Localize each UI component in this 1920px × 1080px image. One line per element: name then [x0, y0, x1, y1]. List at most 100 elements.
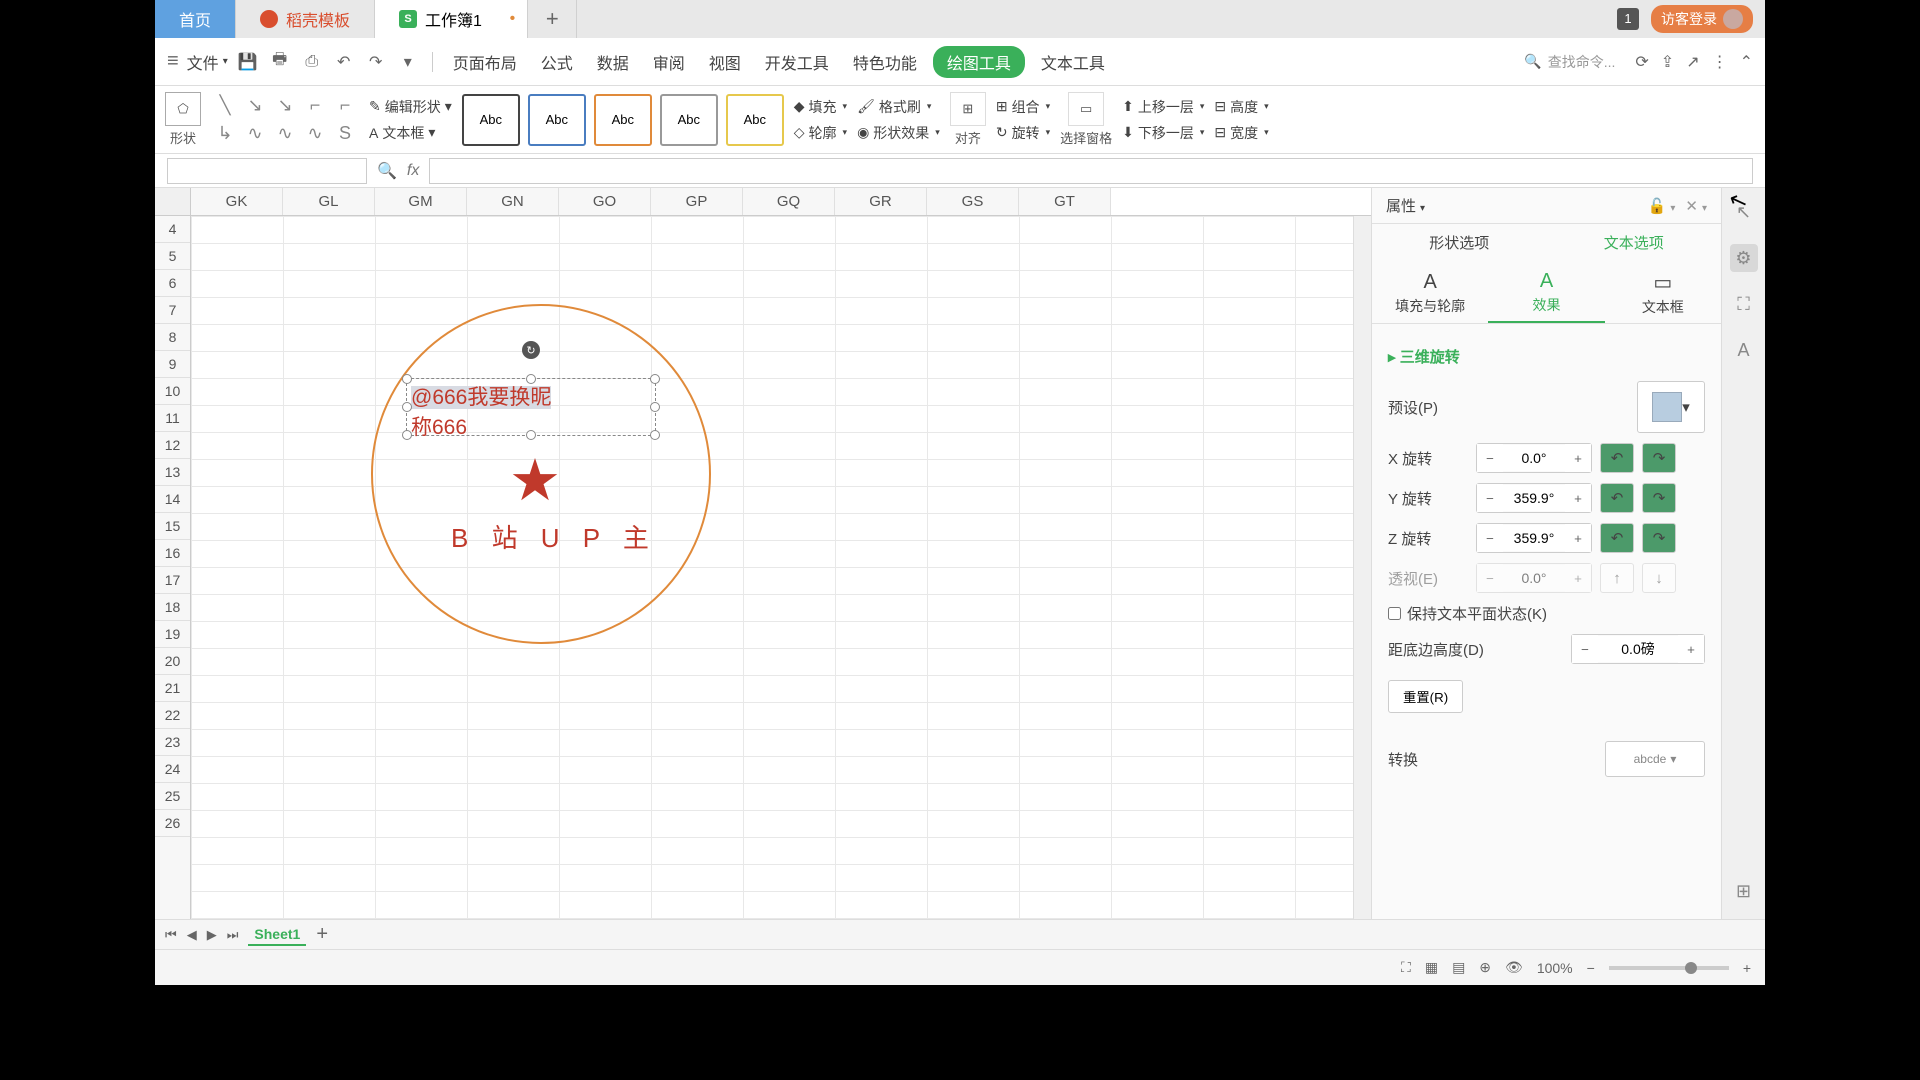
fx-label[interactable]: fx	[407, 162, 419, 180]
zoom-in-button[interactable]: +	[1743, 960, 1751, 976]
height-field[interactable]: ⊟ 高度	[1214, 97, 1268, 117]
row-header[interactable]: 26	[155, 810, 190, 837]
x-rotation-spinner[interactable]: −+	[1476, 443, 1592, 473]
subtab-textbox[interactable]: ▭文本框	[1605, 264, 1721, 323]
row-header[interactable]: 9	[155, 351, 190, 378]
chevron-down-icon[interactable]: ▾	[396, 50, 420, 74]
row-header[interactable]: 18	[155, 594, 190, 621]
y-rot-left-button[interactable]: ↶	[1600, 483, 1634, 513]
style-swatch[interactable]: Abc	[726, 94, 784, 146]
tab-home[interactable]: 首页	[155, 0, 236, 38]
outline-button[interactable]: ◇ 轮廓	[794, 123, 847, 143]
row-header[interactable]: 25	[155, 783, 190, 810]
command-search[interactable]: 🔍查找命令...	[1524, 52, 1615, 72]
guest-login-button[interactable]: 访客登录	[1651, 5, 1753, 33]
x-rot-right-button[interactable]: ↷	[1642, 443, 1676, 473]
hamburger-icon[interactable]: ≡	[167, 50, 179, 73]
formula-input[interactable]	[429, 158, 1753, 184]
menu-text-tools[interactable]: 文本工具	[1033, 46, 1113, 78]
width-field[interactable]: ⊟ 宽度	[1214, 123, 1268, 143]
menu-view[interactable]: 视图	[701, 46, 749, 78]
page-view-icon[interactable]: ▤	[1452, 959, 1465, 976]
style-swatch[interactable]: Abc	[594, 94, 652, 146]
zoom-icon[interactable]: 🔍	[377, 161, 397, 181]
shape-gallery[interactable]: ╲↘↘⌐⌐ ↳∿∿∿S	[211, 93, 359, 147]
star-shape[interactable]: ★	[509, 446, 561, 514]
row-header[interactable]: 15	[155, 513, 190, 540]
sheet-next-icon[interactable]: ▶	[207, 927, 217, 943]
menu-drawing-tools[interactable]: 绘图工具	[933, 46, 1025, 78]
print-icon[interactable]: 🖶	[268, 50, 292, 74]
grid-view-icon[interactable]: ▦	[1425, 959, 1438, 976]
shapes-group[interactable]: ⬠ 形状	[165, 92, 201, 147]
select-all-corner[interactable]	[155, 188, 191, 215]
keep-text-flat-checkbox[interactable]: 保持文本平面状态(K)	[1388, 603, 1705, 624]
row-header[interactable]: 11	[155, 405, 190, 432]
sheet-first-icon[interactable]: ⏮	[165, 927, 177, 943]
rotate-handle[interactable]: ↻	[522, 341, 540, 359]
eye-icon[interactable]: 👁	[1505, 959, 1523, 976]
row-header[interactable]: 20	[155, 648, 190, 675]
textbox-text[interactable]: 称666	[411, 416, 467, 439]
menu-formula[interactable]: 公式	[533, 46, 581, 78]
textbox-selected[interactable]: ↻ @666我要换昵称666	[406, 378, 656, 436]
name-box[interactable]	[167, 158, 367, 184]
apps-icon[interactable]: ⊞	[1730, 877, 1758, 905]
z-rot-left-button[interactable]: ↶	[1600, 523, 1634, 553]
row-header[interactable]: 12	[155, 432, 190, 459]
col-header[interactable]: GR	[835, 188, 927, 215]
save-icon[interactable]: 💾	[236, 50, 260, 74]
row-header[interactable]: 10	[155, 378, 190, 405]
lock-icon[interactable]: 🔓	[1648, 197, 1676, 215]
tab-new[interactable]: +	[528, 0, 577, 38]
tab-shape-options[interactable]: 形状选项	[1372, 224, 1547, 264]
row-header[interactable]: 4	[155, 216, 190, 243]
z-rot-right-button[interactable]: ↷	[1642, 523, 1676, 553]
style-gallery[interactable]: Abc Abc Abc Abc Abc	[462, 94, 784, 146]
menu-layout[interactable]: 页面布局	[445, 46, 525, 78]
edit-shape-button[interactable]: ✎ 编辑形状 ▾	[369, 97, 452, 117]
sheet-last-icon[interactable]: ⏭	[227, 927, 239, 943]
textbox-button[interactable]: A 文本框 ▾	[369, 123, 452, 143]
row-header[interactable]: 22	[155, 702, 190, 729]
zoom-out-button[interactable]: −	[1587, 960, 1595, 976]
col-header[interactable]: GK	[191, 188, 283, 215]
reset-button[interactable]: 重置(R)	[1388, 680, 1463, 713]
style-swatch[interactable]: Abc	[660, 94, 718, 146]
col-header[interactable]: GM	[375, 188, 467, 215]
menu-special[interactable]: 特色功能	[845, 46, 925, 78]
expand-icon[interactable]: ⛶	[1730, 290, 1758, 318]
collapse-ribbon-icon[interactable]: ⌃	[1740, 52, 1753, 72]
col-header[interactable]: GO	[559, 188, 651, 215]
distance-bottom-spinner[interactable]: −+	[1571, 634, 1705, 664]
align-group[interactable]: ⊞ 对齐	[950, 92, 986, 147]
close-icon[interactable]: ✕	[1685, 197, 1707, 215]
row-header[interactable]: 17	[155, 567, 190, 594]
undo-icon[interactable]: ↶	[332, 50, 356, 74]
row-header[interactable]: 8	[155, 324, 190, 351]
row-header[interactable]: 19	[155, 621, 190, 648]
x-rot-left-button[interactable]: ↶	[1600, 443, 1634, 473]
panel-title[interactable]: 属性	[1386, 195, 1425, 216]
row-header[interactable]: 13	[155, 459, 190, 486]
y-rotation-spinner[interactable]: −+	[1476, 483, 1592, 513]
add-sheet-button[interactable]: +	[316, 923, 328, 946]
settings-icon[interactable]: ⚙	[1730, 244, 1758, 272]
menu-review[interactable]: 审阅	[645, 46, 693, 78]
file-menu[interactable]: 文件	[187, 50, 228, 74]
section-3d-rotation[interactable]: 三维旋转	[1388, 346, 1705, 367]
sheet-tab[interactable]: Sheet1	[248, 924, 306, 946]
preset-dropdown[interactable]: ▾	[1637, 381, 1705, 433]
menu-devtools[interactable]: 开发工具	[757, 46, 837, 78]
bottom-text[interactable]: B 站 U P 主	[451, 518, 657, 555]
zoom-level[interactable]: 100%	[1537, 960, 1573, 976]
z-rotation-spinner[interactable]: −+	[1476, 523, 1592, 553]
select-pane-button[interactable]: ▭ 选择窗格	[1060, 92, 1112, 147]
col-header[interactable]: GL	[283, 188, 375, 215]
zoom-slider[interactable]	[1609, 966, 1729, 970]
style-swatch[interactable]: Abc	[462, 94, 520, 146]
y-rot-right-button[interactable]: ↷	[1642, 483, 1676, 513]
shape-effects-button[interactable]: ◉ 形状效果	[857, 123, 940, 143]
group-button[interactable]: ⊞ 组合	[996, 97, 1050, 117]
vertical-scrollbar[interactable]	[1353, 216, 1371, 919]
